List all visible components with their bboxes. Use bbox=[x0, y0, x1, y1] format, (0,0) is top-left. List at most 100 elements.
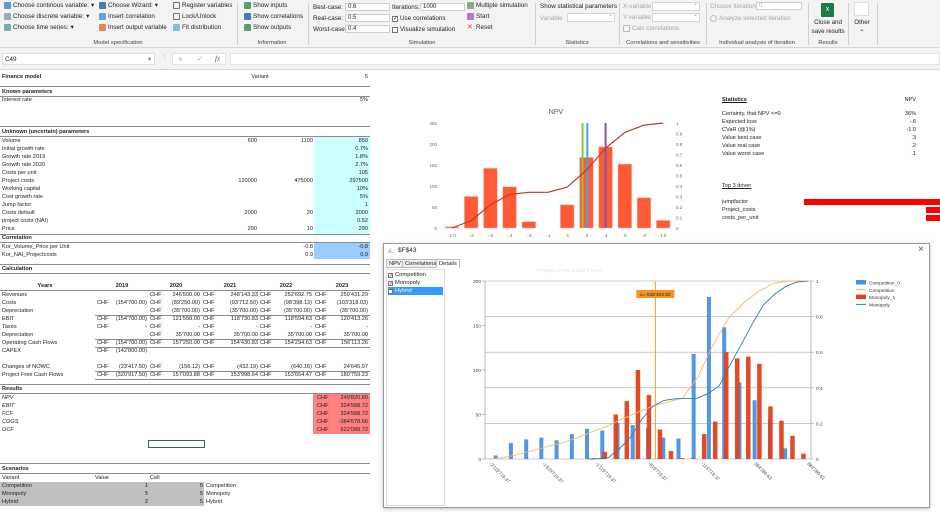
scenario-name[interactable]: Hybrid bbox=[2, 498, 18, 506]
show-statistical-parameters-button[interactable]: Show statistical parameters bbox=[540, 3, 617, 10]
dialog-title-bar[interactable]: ◭ $F$43 × bbox=[384, 244, 929, 258]
cell[interactable]: 2000 bbox=[197, 209, 257, 217]
cell[interactable] bbox=[253, 193, 313, 201]
row-label[interactable]: Interest rate bbox=[2, 96, 32, 104]
checkbox-checked-icon[interactable]: ✓ bbox=[388, 272, 393, 278]
lock-unlock-button[interactable]: Lock/Unlock bbox=[173, 13, 216, 20]
cell[interactable]: 24'645.97 bbox=[318, 363, 368, 371]
cell[interactable]: (432.19) bbox=[208, 363, 258, 371]
tab-correlations[interactable]: Correlations bbox=[402, 259, 440, 268]
insert-function-icon[interactable]: fx bbox=[215, 55, 220, 63]
column-header[interactable]: Years bbox=[15, 282, 75, 290]
uncertain-value[interactable]: 5% bbox=[308, 193, 368, 201]
row-label[interactable]: Jump factor bbox=[2, 201, 31, 209]
row-label[interactable]: EBIT bbox=[2, 315, 14, 323]
cell[interactable]: 10 bbox=[253, 225, 313, 233]
cell[interactable]: (35'700.00) bbox=[150, 307, 200, 315]
stat-label[interactable]: Value worst case bbox=[722, 150, 764, 158]
row-label[interactable]: Cost growth rate bbox=[2, 193, 43, 201]
cell[interactable]: 248'143.33 bbox=[208, 291, 258, 299]
section-heading[interactable]: Results bbox=[2, 385, 22, 393]
cell[interactable]: (23'417.50) bbox=[97, 363, 147, 371]
cell[interactable]: 153'654.47 bbox=[262, 371, 312, 379]
row-label[interactable]: CAPEX bbox=[2, 347, 21, 355]
reset-button[interactable]: ✕ Reset bbox=[467, 24, 492, 31]
stat-label[interactable]: Certainty, that NPV <=0 bbox=[722, 110, 781, 118]
cell[interactable]: (35'700.00) bbox=[208, 307, 258, 315]
stat-value[interactable]: -.6 bbox=[856, 118, 916, 126]
list-item[interactable]: ✓ Monopoly bbox=[388, 279, 443, 287]
checkbox-checked-icon[interactable]: ✓ bbox=[388, 280, 393, 286]
cell[interactable]: 120000 bbox=[197, 177, 257, 185]
selected-cell-c49[interactable] bbox=[148, 440, 205, 448]
row-label[interactable]: Depreciation bbox=[2, 307, 33, 315]
row-label[interactable]: Initial growth rate bbox=[2, 145, 45, 153]
stat-label[interactable]: Expected loss bbox=[722, 118, 757, 126]
driver-label[interactable]: Project_costs bbox=[722, 206, 756, 214]
column-header[interactable]: 2022 bbox=[256, 282, 316, 290]
statistics-heading[interactable]: Statistics bbox=[722, 96, 747, 104]
cell[interactable]: 20 bbox=[253, 209, 313, 217]
other-button[interactable]: Other ⌄ bbox=[850, 19, 874, 33]
cell[interactable]: (154'700.00) bbox=[97, 339, 147, 347]
cell[interactable]: (35'700.00) bbox=[318, 307, 368, 315]
formula-input[interactable] bbox=[230, 53, 940, 65]
cell[interactable] bbox=[197, 185, 257, 193]
cell[interactable]: 153'998.64 bbox=[208, 371, 258, 379]
scenario-list[interactable]: ✓ Competition ✓ Monopoly Hybrid bbox=[386, 269, 445, 506]
cell[interactable]: 121'550.00 bbox=[150, 315, 200, 323]
cell[interactable] bbox=[253, 217, 313, 225]
y-variable-dropdown[interactable] bbox=[652, 11, 700, 22]
row-label[interactable]: Costs default bbox=[2, 209, 35, 217]
iteration-input[interactable]: 0 bbox=[756, 2, 802, 10]
cell[interactable] bbox=[197, 217, 257, 225]
show-outputs-button[interactable]: Show outputs bbox=[244, 24, 291, 31]
insert-correlation-button[interactable]: Insert correlation bbox=[99, 13, 155, 20]
cell[interactable]: 35'700.00 bbox=[318, 331, 368, 339]
row-label[interactable]: Changes of NOWC bbox=[2, 363, 50, 371]
cell[interactable]: - bbox=[208, 323, 258, 331]
calc-correlations-button[interactable]: Calc correlations bbox=[623, 25, 679, 32]
section-heading[interactable]: Scenarios bbox=[2, 465, 29, 473]
column-header[interactable]: 2021 bbox=[200, 282, 260, 290]
list-item[interactable]: ✓ Competition bbox=[388, 271, 443, 279]
column-header[interactable]: 2019 bbox=[92, 282, 152, 290]
cell[interactable]: 118'730.83 bbox=[208, 315, 258, 323]
cell[interactable]: 246'500.00 bbox=[150, 291, 200, 299]
cell[interactable]: 2 bbox=[88, 498, 148, 506]
fit-distribution-button[interactable]: Fit distribution bbox=[173, 24, 221, 31]
column-header[interactable]: 2023 bbox=[312, 282, 372, 290]
visualize-simulation-checkbox[interactable]: Visualize simulation bbox=[392, 26, 455, 33]
cell[interactable] bbox=[253, 145, 313, 153]
row-label[interactable]: FCF bbox=[2, 410, 13, 418]
row-label[interactable]: project costs (NAI) bbox=[2, 217, 48, 225]
stat-value[interactable]: .3 bbox=[856, 134, 916, 142]
row-label[interactable]: Kor_NAI_Projectcosts bbox=[2, 251, 57, 259]
stat-value[interactable]: 36% bbox=[856, 110, 916, 118]
result-value[interactable]: -384'678.66 bbox=[308, 418, 368, 426]
insert-output-variable-button[interactable]: Insert output variable bbox=[99, 24, 167, 31]
uncertain-value[interactable]: 0.52 bbox=[308, 217, 368, 225]
scenario-label[interactable]: Hybrid bbox=[206, 498, 222, 506]
cell[interactable]: 1100 bbox=[253, 137, 313, 145]
uncertain-value[interactable]: 10% bbox=[308, 185, 368, 193]
cell[interactable]: - bbox=[150, 323, 200, 331]
row-label[interactable]: COGS bbox=[2, 418, 18, 426]
column-header[interactable]: Variant bbox=[2, 474, 19, 482]
row-label[interactable]: Project Free Cash Flows bbox=[2, 371, 63, 379]
row-label[interactable]: Costs per unit bbox=[2, 169, 37, 177]
cell[interactable]: 5 bbox=[143, 498, 203, 506]
cell[interactable]: 120'413.26 bbox=[318, 315, 368, 323]
section-heading[interactable]: Calculation bbox=[2, 265, 32, 273]
cell[interactable]: 5 bbox=[143, 490, 203, 498]
uncertain-value[interactable]: 1.8% bbox=[308, 153, 368, 161]
variant-label[interactable]: Variant bbox=[230, 73, 290, 81]
stat-value[interactable]: .2 bbox=[856, 142, 916, 150]
cell[interactable] bbox=[197, 169, 257, 177]
driver-label[interactable]: jumpfactor bbox=[722, 198, 748, 206]
row-label[interactable]: Operating Cash Flows bbox=[2, 339, 57, 347]
cell[interactable]: 290 bbox=[197, 225, 257, 233]
cell[interactable]: 154'294.63 bbox=[262, 339, 312, 347]
statistics-column[interactable]: NPV bbox=[856, 96, 916, 104]
cell[interactable]: 157'093.88 bbox=[150, 371, 200, 379]
